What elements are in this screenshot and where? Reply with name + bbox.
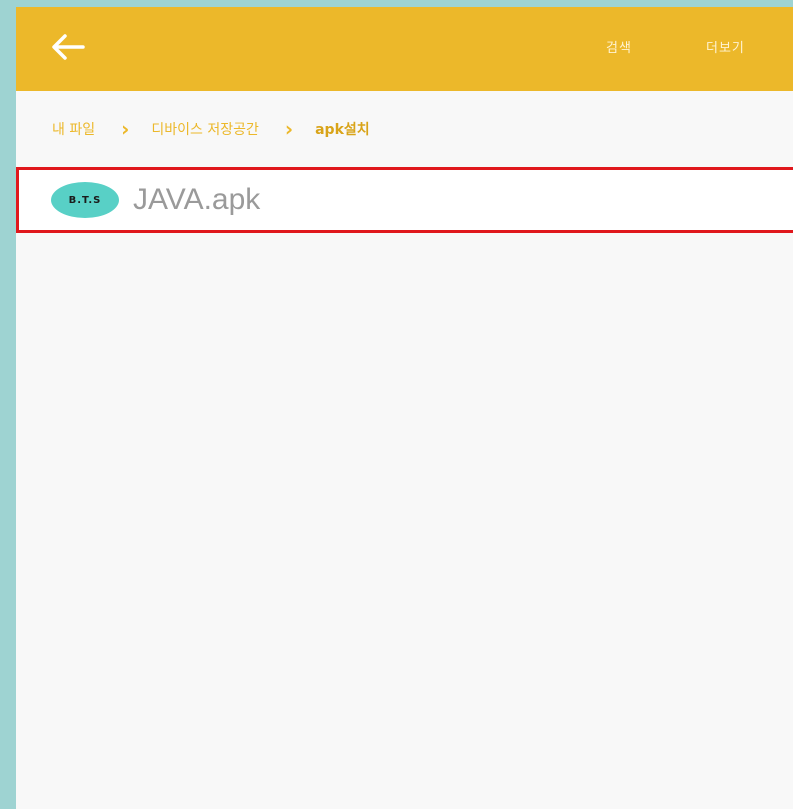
chevron-right-icon: ›: [284, 117, 294, 141]
back-button[interactable]: [48, 29, 88, 69]
chevron-right-icon: ›: [121, 117, 130, 141]
more-button[interactable]: 더보기: [706, 37, 745, 56]
breadcrumb-item-current-folder: apk설치: [315, 122, 370, 138]
app-icon-label: B.T.S: [68, 194, 102, 206]
app-toolbar: 검색 더보기: [16, 7, 793, 91]
file-name: JAVA.apk: [133, 183, 261, 216]
breadcrumb: 내 파일 › 디바이스 저장공간 › apk설치: [16, 91, 793, 167]
file-list-item[interactable]: B.T.S JAVA.apk: [16, 167, 793, 233]
search-button[interactable]: 검색: [606, 37, 632, 56]
app-icon: B.T.S: [51, 182, 119, 218]
breadcrumb-item-device-storage[interactable]: 디바이스 저장공간: [151, 119, 259, 139]
breadcrumb-item-my-files[interactable]: 내 파일: [52, 119, 95, 139]
arrow-left-icon: [51, 34, 85, 64]
file-manager-screen: 검색 더보기 내 파일 › 디바이스 저장공간 › apk설치 B.T.S JA…: [16, 7, 793, 809]
